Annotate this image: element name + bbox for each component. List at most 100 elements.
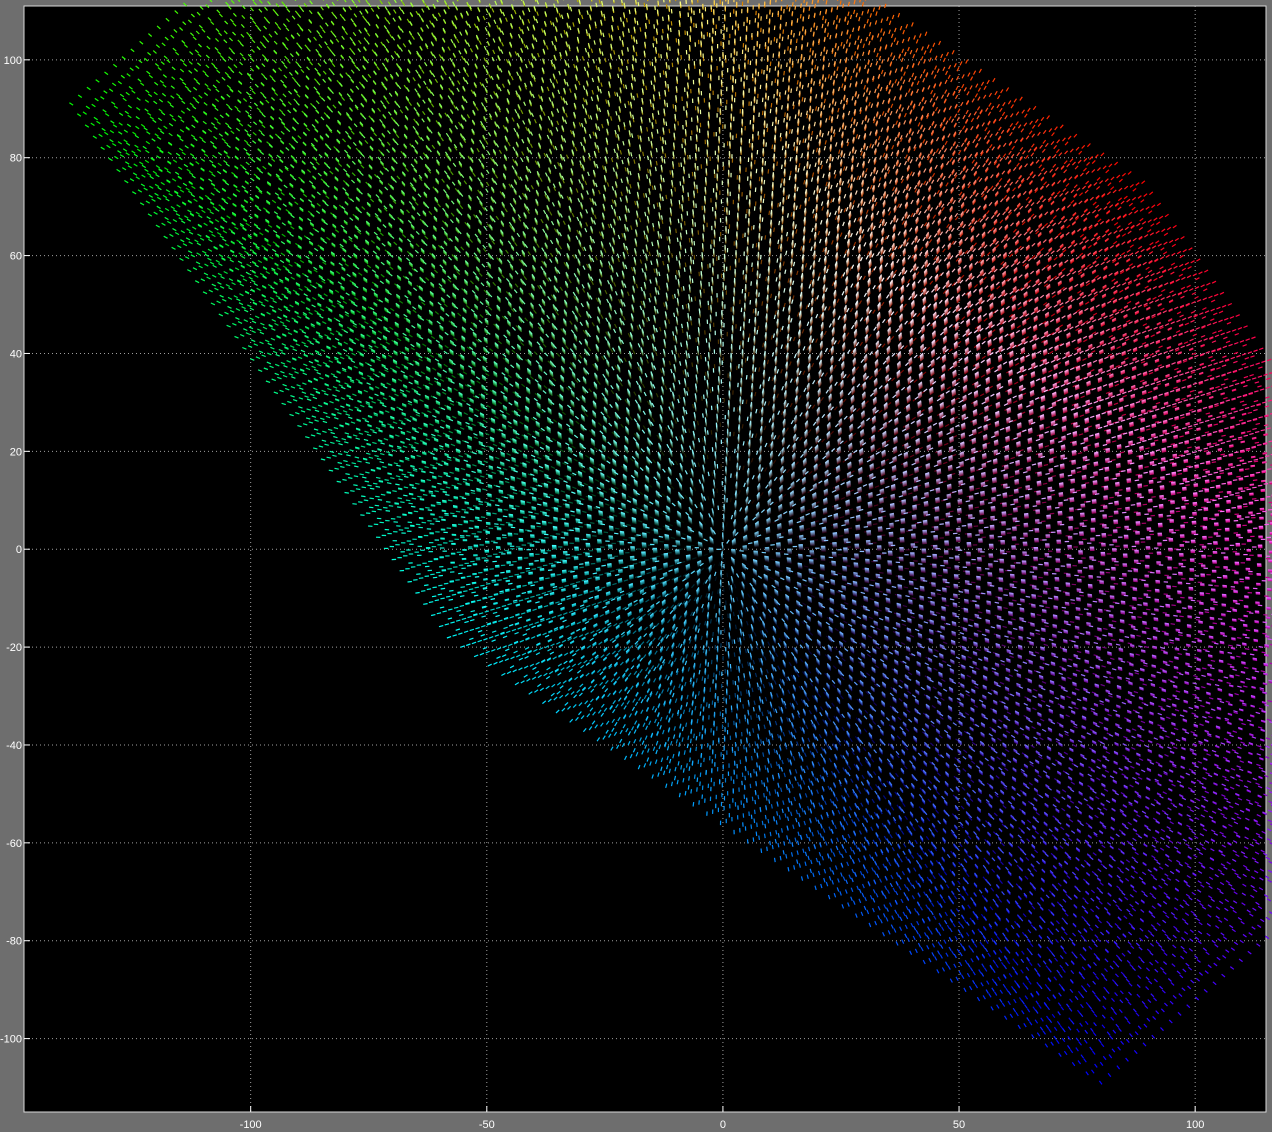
data-point xyxy=(730,498,731,502)
data-point xyxy=(397,507,401,508)
data-point xyxy=(492,513,496,514)
data-point xyxy=(696,747,697,751)
data-point xyxy=(494,594,498,595)
data-point xyxy=(772,804,773,808)
data-point xyxy=(738,638,739,642)
data-point xyxy=(398,488,402,489)
data-point xyxy=(419,509,423,510)
data-point xyxy=(433,587,437,588)
data-point xyxy=(367,485,371,486)
data-point xyxy=(765,824,766,828)
data-point xyxy=(752,756,753,760)
data-point xyxy=(348,478,352,479)
data-point xyxy=(463,591,467,592)
data-point xyxy=(526,571,530,572)
data-point xyxy=(749,743,750,747)
data-point xyxy=(761,849,762,853)
data-point xyxy=(732,640,733,644)
data-point xyxy=(742,664,743,668)
data-point xyxy=(460,596,464,597)
data-point xyxy=(362,487,366,488)
data-point xyxy=(408,582,412,583)
data-point xyxy=(431,505,435,506)
data-point xyxy=(568,571,572,572)
data-point xyxy=(767,847,768,851)
data-point xyxy=(460,496,464,497)
data-point xyxy=(520,573,524,574)
data-point xyxy=(685,791,686,795)
data-point xyxy=(471,592,475,593)
data-point xyxy=(500,524,504,525)
data-point xyxy=(361,496,365,497)
data-point xyxy=(392,491,396,492)
data-point xyxy=(681,765,682,769)
data-point xyxy=(644,560,648,561)
data-point xyxy=(438,585,442,586)
data-point xyxy=(435,491,439,492)
data-point xyxy=(743,704,744,708)
data-point xyxy=(467,576,471,577)
data-point xyxy=(693,802,694,806)
data-point xyxy=(373,483,377,484)
data-point xyxy=(599,574,603,575)
data-point xyxy=(757,823,758,827)
data-point xyxy=(702,676,703,680)
data-point xyxy=(751,715,752,719)
data-point xyxy=(689,766,690,770)
data-point xyxy=(734,652,735,656)
data-point xyxy=(767,778,768,782)
data-point xyxy=(471,601,475,602)
data-point xyxy=(386,511,390,512)
data-point xyxy=(695,706,696,710)
data-point xyxy=(370,488,374,489)
data-point xyxy=(656,556,660,557)
data-point xyxy=(695,774,696,778)
data-point xyxy=(400,502,404,503)
data-point xyxy=(404,487,408,488)
data-point xyxy=(365,481,369,482)
data-point xyxy=(385,480,389,481)
data-point xyxy=(375,505,379,506)
data-point xyxy=(689,776,690,780)
data-point xyxy=(683,778,684,782)
data-point xyxy=(683,768,684,772)
data-point xyxy=(756,832,757,836)
data-point xyxy=(477,600,481,601)
data-point xyxy=(470,521,474,522)
data-point xyxy=(659,541,663,542)
data-point xyxy=(504,510,508,511)
data-point xyxy=(780,856,781,860)
data-point xyxy=(736,665,737,669)
data-point xyxy=(691,739,692,743)
data-point xyxy=(503,578,507,579)
data-point xyxy=(753,728,754,732)
data-point xyxy=(356,489,360,490)
data-point xyxy=(461,587,465,588)
data-point xyxy=(415,593,419,594)
data-point xyxy=(441,588,445,589)
data-point xyxy=(604,532,608,533)
data-point xyxy=(754,819,755,823)
data-point xyxy=(744,745,745,749)
data-point xyxy=(515,574,519,575)
data-point xyxy=(718,590,719,594)
data-point xyxy=(762,821,763,825)
data-point xyxy=(417,496,421,497)
data-point xyxy=(700,664,701,668)
scatter-plot: -100 -50 0 50 100 100806040200-20-40-60-80-1… xyxy=(0,0,1272,1132)
data-point xyxy=(406,500,410,501)
data-point xyxy=(688,785,689,789)
data-point xyxy=(461,577,465,578)
data-point xyxy=(739,719,740,723)
data-point xyxy=(450,581,454,582)
data-point xyxy=(350,491,354,492)
data-point xyxy=(579,526,583,527)
data-point xyxy=(772,541,776,542)
data-point xyxy=(446,596,450,597)
data-point xyxy=(711,619,712,623)
data-point xyxy=(755,741,756,745)
data-point xyxy=(758,795,759,799)
data-point xyxy=(437,504,441,505)
data-point xyxy=(729,586,730,590)
data-point xyxy=(381,494,385,495)
